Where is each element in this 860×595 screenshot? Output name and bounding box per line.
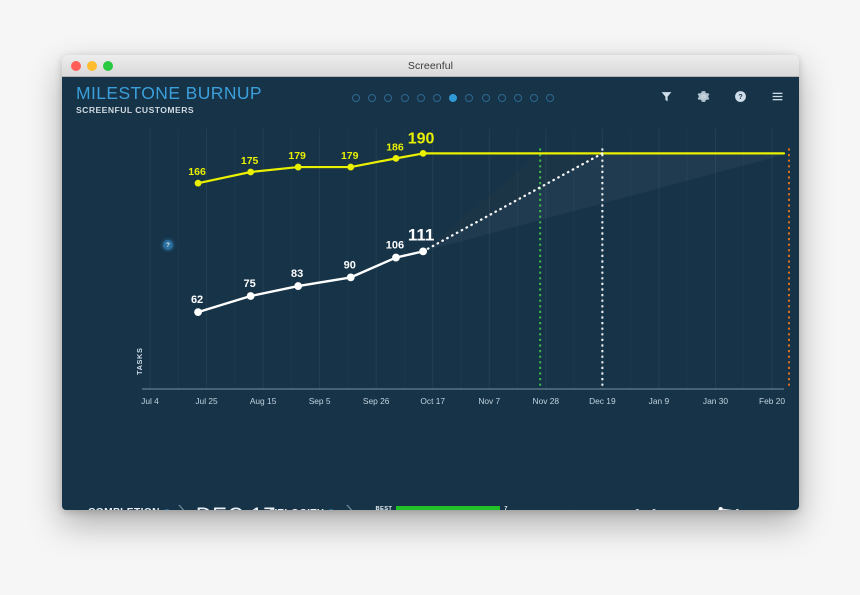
window-title: Screenful [407, 59, 454, 72]
title-block: MILESTONE BURNUP SCREENFUL CUSTOMERS [76, 83, 262, 115]
scope-point-label: 175 [241, 155, 259, 167]
page-title: MILESTONE BURNUP [76, 83, 262, 103]
page-subtitle: SCREENFUL CUSTOMERS [76, 105, 195, 115]
scope-point-label: 179 [341, 150, 359, 162]
scope-point-label: 179 [288, 150, 306, 162]
x-axis-tick-label: Sep 26 [363, 396, 390, 406]
kpi-velocity-week: VELOCITY ? VELOCITY PER WEEK BEST7AVG5.4… [270, 504, 512, 510]
sparkline-path [717, 508, 734, 510]
y-axis-label: TASKS [135, 348, 144, 376]
pagination-dot[interactable] [546, 94, 555, 102]
x-axis-tick-label: Oct 17 [420, 396, 445, 406]
pagination-dot[interactable] [497, 94, 506, 102]
sparkline-point [635, 509, 640, 510]
help-icon[interactable]: ? [162, 508, 171, 510]
done-point[interactable] [294, 282, 303, 290]
pagination-dot[interactable] [352, 94, 360, 102]
chevron-right-icon [178, 504, 189, 510]
pagination-dot[interactable] [432, 94, 441, 102]
scope-point[interactable] [194, 179, 202, 187]
x-axis-tick-label: Feb 20 [759, 396, 785, 406]
x-axis-tick-label: Sep 5 [309, 396, 331, 406]
x-axis-tick-label: Jan 9 [649, 396, 670, 406]
scope-point[interactable] [392, 154, 400, 162]
kpi-velocity-week-label: VELOCITY ? VELOCITY PER WEEK [270, 508, 339, 511]
x-axis-tick-label: Jul 25 [195, 396, 218, 406]
chart-help-icon[interactable]: ? [163, 240, 173, 250]
kpi-velocity-trend: VELOCITY ? LAST 10 WEEKS 3677244875 [502, 504, 761, 510]
kpi-completion-title: COMPLETION [88, 507, 160, 510]
scope-point[interactable] [294, 163, 302, 171]
kpi-completion-label: COMPLETION ? MOST LIKELY DATE [88, 507, 171, 510]
chevron-right-icon [574, 509, 585, 510]
menu-icon[interactable] [770, 89, 785, 104]
help-icon[interactable]: ? [327, 509, 336, 510]
x-axis-tick-label: Jan 30 [703, 396, 728, 406]
scope-point-label: 190 [408, 130, 435, 147]
scope-point[interactable] [419, 150, 427, 157]
done-point[interactable] [346, 273, 355, 282]
x-axis-tick-label: Nov 7 [478, 396, 500, 406]
kpi-completion: COMPLETION ? MOST LIKELY DATE DEC 17 [88, 503, 276, 510]
done-point[interactable] [392, 253, 400, 262]
x-axis-tick-label: Jul 4 [141, 396, 159, 406]
done-point-label: 62 [191, 294, 203, 306]
pagination-dot[interactable] [416, 94, 425, 102]
burnup-chart: 166 175 179 179 186 190 62 75 83 90 106 111 TASKS Jul… [62, 123, 799, 463]
x-axis-tick-label: Nov 28 [533, 396, 560, 406]
chevron-right-icon [346, 504, 357, 510]
sparkline-point [718, 507, 723, 510]
svg-text:?: ? [738, 94, 742, 101]
done-point-label: 75 [244, 278, 256, 290]
sparkline-point [735, 509, 740, 510]
velocity-bars: BEST7AVG5.4WORST3 [364, 506, 512, 510]
pagination-dot[interactable] [530, 94, 539, 102]
pagination-dot[interactable] [368, 94, 377, 102]
app-header: MILESTONE BURNUP SCREENFUL CUSTOMERS ? [62, 77, 799, 123]
scope-point-label: 166 [188, 166, 206, 178]
done-point[interactable] [419, 247, 428, 256]
window-titlebar: Screenful [62, 55, 799, 77]
dashboard-pagination[interactable] [352, 94, 555, 102]
velocity-bar-fill [396, 506, 501, 510]
done-point-label: 90 [344, 259, 356, 271]
done-point[interactable] [194, 308, 202, 317]
velocity-bar-name: BEST [375, 506, 393, 510]
x-axis-tick-label: Aug 15 [250, 396, 277, 406]
kpi-completion-value: DEC 17 [196, 503, 276, 510]
done-point-label: 111 [408, 225, 435, 244]
done-point-label: 106 [386, 240, 404, 252]
velocity-bar-row: BEST 7 [364, 506, 512, 510]
toolbar: ? [659, 89, 785, 104]
screenshot-root: Screenful MILESTONE BURNUP SCREENFUL CUS… [0, 0, 860, 595]
scope-point[interactable] [247, 168, 255, 176]
app-body: MILESTONE BURNUP SCREENFUL CUSTOMERS ? 1… [62, 77, 799, 510]
pagination-dot[interactable] [513, 94, 522, 102]
done-point-label: 83 [291, 268, 303, 280]
pagination-dot[interactable] [481, 94, 490, 102]
sparkline-point [652, 509, 656, 510]
pagination-dot[interactable] [465, 94, 474, 102]
gear-icon[interactable] [696, 89, 711, 104]
pagination-dot[interactable] [400, 94, 409, 102]
help-icon[interactable]: ? [733, 89, 748, 104]
done-point[interactable] [246, 292, 255, 300]
velocity-bar-track [396, 506, 501, 510]
kpi-strip: COMPLETION ? MOST LIKELY DATE DEC 17 VEL… [62, 495, 799, 510]
velocity-sparkline: 3677244875 [635, 507, 740, 510]
filter-icon[interactable] [659, 89, 674, 104]
kpi-velocity-week-title: VELOCITY [270, 508, 324, 511]
x-axis-tick-label: Dec 19 [589, 396, 616, 406]
scope-point-label: 186 [386, 141, 404, 153]
app-window: Screenful MILESTONE BURNUP SCREENFUL CUS… [62, 55, 799, 510]
pagination-dot[interactable] [449, 94, 458, 102]
scope-point[interactable] [347, 163, 355, 171]
pagination-dot[interactable] [384, 94, 393, 102]
